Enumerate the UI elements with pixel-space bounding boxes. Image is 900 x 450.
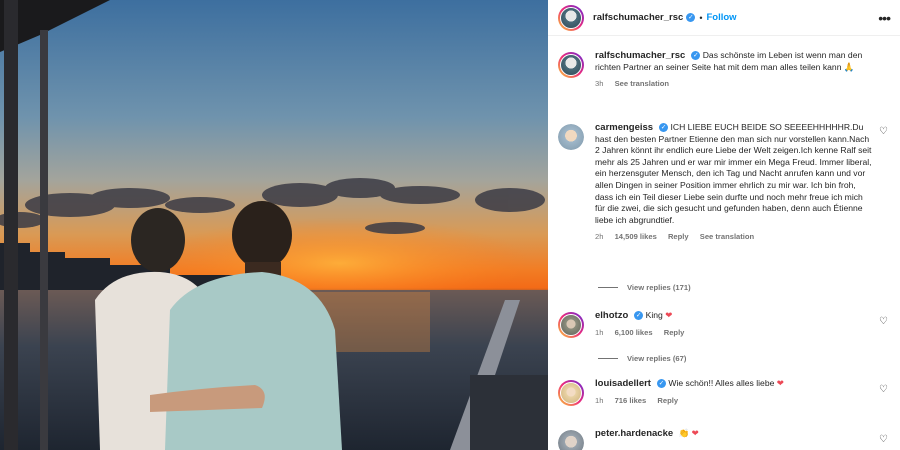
comment-body: elhotzo ✓ King ❤ 1h 6,100 likes Reply	[595, 310, 890, 338]
view-replies-label: View replies (67)	[627, 354, 687, 363]
comment-meta: 1h 716 likes Reply	[595, 395, 874, 407]
comment-text: ICH LIEBE EUCH BEIDE SO SEEEEHHHHHR.Du h…	[595, 122, 872, 225]
caption-avatar[interactable]	[558, 52, 584, 78]
caption-body: ralfschumacher_rsc ✓ Das schönste im Lebe…	[595, 50, 890, 90]
heart-emoji: ❤	[776, 378, 784, 388]
commenter-avatar[interactable]	[558, 430, 584, 450]
like-heart-icon[interactable]: ♡	[879, 316, 888, 327]
verified-icon: ✓	[656, 379, 666, 389]
sunset-photo-illustration	[0, 0, 548, 450]
verified-icon: ✓	[659, 123, 669, 133]
post-photo[interactable]	[0, 0, 548, 450]
replies-line	[598, 358, 618, 359]
comment-body: carmengeiss ✓ ICH LIEBE EUCH BEIDE SO SEE…	[595, 122, 890, 243]
like-heart-icon[interactable]: ♡	[879, 434, 888, 445]
verified-icon: ✓	[686, 13, 696, 22]
commenter-avatar[interactable]	[558, 124, 584, 150]
comment-item: louisadellert ✓ Wie schön!! Alles alles l…	[548, 378, 900, 406]
post-header: ralfschumacher_rsc ✓ • Follow •••	[548, 0, 900, 36]
comment-time: 1h	[595, 395, 604, 405]
comment-text: King	[645, 310, 663, 320]
author-avatar[interactable]	[558, 4, 584, 31]
comment-time: 1h	[595, 327, 604, 337]
comment-item: elhotzo ✓ King ❤ 1h 6,100 likes Reply ♡	[548, 310, 900, 338]
comment-likes[interactable]: 716 likes	[615, 396, 647, 405]
reply-button[interactable]: Reply	[664, 328, 685, 337]
comment-username[interactable]: peter.hardenacke	[595, 428, 673, 439]
caption-item: ralfschumacher_rsc ✓ Das schönste im Lebe…	[548, 50, 900, 90]
reply-button[interactable]: Reply	[657, 396, 678, 405]
see-translation-link[interactable]: See translation	[615, 79, 669, 88]
author-info: ralfschumacher_rsc ✓ • Follow	[593, 12, 737, 23]
comment-body: peter.hardenacke 👏 ❤	[595, 428, 890, 450]
follow-button[interactable]: Follow	[706, 12, 736, 23]
commenter-avatar[interactable]	[558, 312, 584, 338]
post-side-panel: ralfschumacher_rsc ✓ • Follow ••• ralfsc…	[548, 0, 900, 450]
author-username[interactable]: ralfschumacher_rsc	[593, 12, 683, 23]
comment-item: peter.hardenacke 👏 ❤ ♡	[548, 428, 900, 450]
verified-icon: ✓	[634, 311, 644, 321]
view-replies-button[interactable]: View replies (67)	[598, 354, 686, 363]
separator-dot: •	[699, 12, 703, 23]
like-heart-icon[interactable]: ♡	[879, 384, 888, 395]
commenter-avatar[interactable]	[558, 380, 584, 406]
comment-body: louisadellert ✓ Wie schön!! Alles alles l…	[595, 378, 890, 406]
view-replies-label: View replies (171)	[627, 283, 691, 292]
comment-username[interactable]: elhotzo	[595, 310, 628, 321]
more-options-icon[interactable]: •••	[878, 11, 891, 25]
like-heart-icon[interactable]: ♡	[879, 126, 888, 137]
comment-likes[interactable]: 6,100 likes	[615, 328, 653, 337]
caption-time: 3h	[595, 79, 604, 89]
view-replies-button[interactable]: View replies (171)	[598, 283, 691, 292]
comment-likes[interactable]: 14,509 likes	[615, 232, 657, 241]
comment-meta: 1h 6,100 likes Reply	[595, 327, 874, 339]
verified-icon: ✓	[691, 51, 701, 61]
see-translation-link[interactable]: See translation	[700, 232, 754, 241]
heart-emoji: ❤	[665, 310, 673, 320]
caption-meta: 3h See translation	[595, 78, 874, 90]
comment-username[interactable]: carmengeiss	[595, 122, 653, 133]
comment-meta: 2h 14,509 likes Reply See translation	[595, 231, 874, 243]
comment-username[interactable]: louisadellert	[595, 378, 651, 389]
comment-item: carmengeiss ✓ ICH LIEBE EUCH BEIDE SO SEE…	[548, 122, 900, 243]
comment-time: 2h	[595, 232, 604, 242]
reply-button[interactable]: Reply	[668, 232, 689, 241]
comment-emoji: 👏 ❤	[678, 428, 699, 438]
replies-line	[598, 287, 618, 288]
caption-username[interactable]: ralfschumacher_rsc	[595, 50, 685, 61]
comment-text: Wie schön!! Alles alles liebe	[668, 378, 775, 388]
